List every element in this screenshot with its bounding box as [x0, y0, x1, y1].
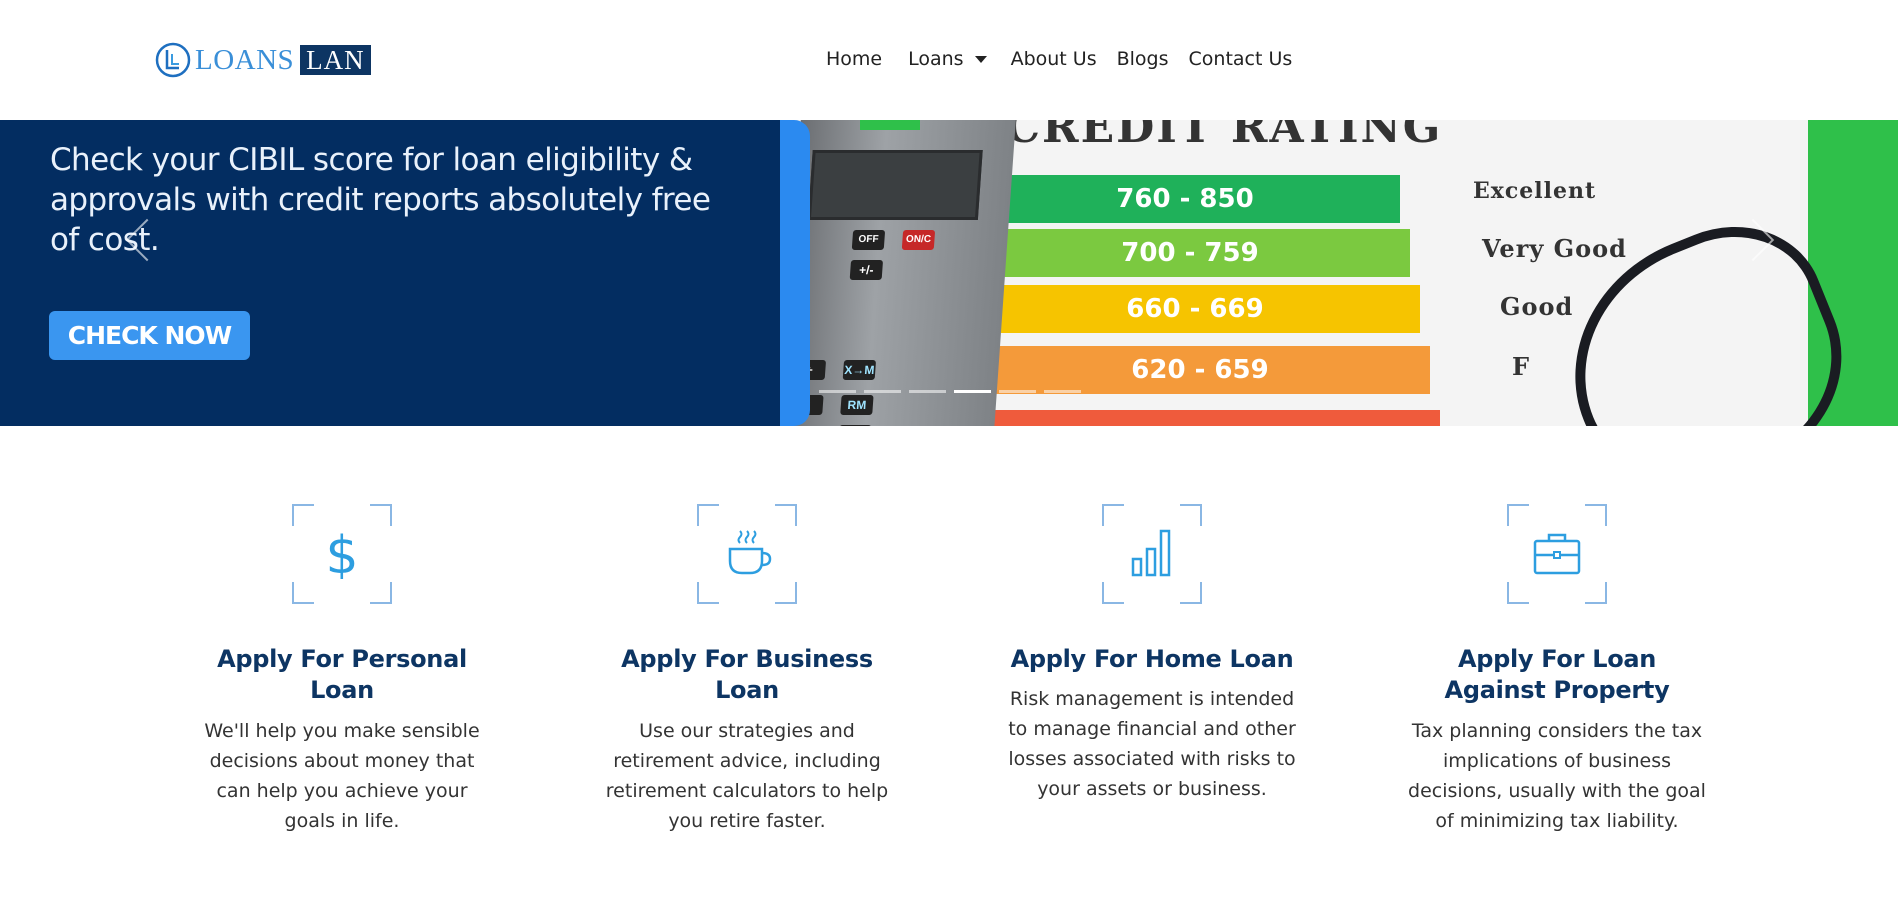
service-icon-frame — [1507, 504, 1607, 604]
hero-text-panel: Check your CIBIL score for loan eligibil… — [0, 120, 790, 426]
credit-rating-photo: CREDIT RATING 760 - 850 700 - 759 660 - … — [770, 120, 1898, 426]
nav-loans-dropdown[interactable]: Loans — [908, 48, 987, 70]
rating-label: F — [1512, 352, 1531, 381]
carousel-indicator[interactable] — [954, 390, 991, 393]
rating-band: 760 - 850 — [970, 175, 1400, 223]
credit-rating-heading: CREDIT RATING — [1005, 120, 1443, 153]
check-now-button[interactable]: CHECK NOW — [49, 311, 250, 360]
calc-key: +/- — [849, 260, 884, 280]
logo-mark-icon — [155, 42, 191, 78]
carousel-indicators — [819, 390, 1089, 393]
logo-box-text: LAN — [300, 45, 371, 75]
carousel-indicator[interactable] — [1044, 390, 1081, 393]
rating-label: Very Good — [1482, 234, 1627, 263]
nav-loans-label: Loans — [908, 48, 964, 70]
site-logo[interactable]: LOANS LAN — [155, 42, 371, 78]
services-section: $ Apply For Personal Loan We'll help you… — [0, 426, 1898, 924]
logo-word: LOANS — [195, 44, 295, 76]
service-description: Tax planning considers the tax implicati… — [1408, 720, 1706, 832]
service-description: Risk management is intended to manage fi… — [1008, 688, 1296, 800]
carousel-indicator[interactable] — [909, 390, 946, 393]
rating-band-partial — [970, 410, 1440, 426]
rating-label: Good — [1500, 292, 1574, 321]
calc-key: X→M — [842, 360, 877, 380]
service-icon-frame: $ — [292, 504, 392, 604]
calc-key: ON/C — [901, 230, 936, 250]
rating-label: Excellent — [1473, 178, 1597, 204]
rating-band: 620 - 659 — [970, 346, 1430, 394]
caret-down-icon — [974, 56, 987, 63]
nav-about-us[interactable]: About Us — [1011, 48, 1097, 70]
carousel-indicator[interactable] — [819, 390, 856, 393]
nav-blogs[interactable]: Blogs — [1117, 48, 1169, 70]
svg-text:$: $ — [325, 529, 358, 579]
green-surface — [860, 120, 920, 130]
site-header: LOANS LAN Home Loans About Us Blogs Cont… — [0, 0, 1898, 120]
dollar-icon: $ — [325, 529, 358, 579]
hero-accent-bar — [780, 120, 810, 426]
nav-contact-us[interactable]: Contact Us — [1189, 48, 1293, 70]
main-nav: Home Loans About Us Blogs Contact Us — [826, 48, 1292, 70]
hero-carousel: CREDIT RATING 760 - 850 700 - 759 660 - … — [0, 120, 1898, 426]
service-title[interactable]: Apply For Business Loan — [597, 644, 897, 706]
service-icon-frame — [697, 504, 797, 604]
nav-home[interactable]: Home — [826, 48, 882, 70]
service-icon-frame — [1102, 504, 1202, 604]
service-description: Use our strategies and retirement advice… — [605, 720, 889, 832]
carousel-indicator[interactable] — [864, 390, 901, 393]
service-description: We'll help you make sensible decisions a… — [204, 720, 480, 832]
carousel-indicator[interactable] — [999, 390, 1036, 393]
rating-band: 660 - 669 — [970, 285, 1420, 333]
rating-band: 700 - 759 — [970, 229, 1410, 277]
calc-key: RM — [840, 395, 874, 415]
service-title[interactable]: Apply For Home Loan — [1002, 644, 1302, 675]
calc-key: OFF — [851, 230, 886, 250]
briefcase-icon — [1533, 533, 1581, 575]
bar-chart-icon — [1131, 529, 1171, 577]
service-title[interactable]: Apply For Loan Against Property — [1407, 644, 1707, 706]
coffee-cup-icon — [728, 530, 772, 575]
calculator-image: OFF ON/C +/- ÷ × RM X→M M+ — [778, 120, 1017, 426]
calculator-screen — [807, 150, 983, 220]
service-title[interactable]: Apply For Personal Loan — [192, 644, 492, 706]
